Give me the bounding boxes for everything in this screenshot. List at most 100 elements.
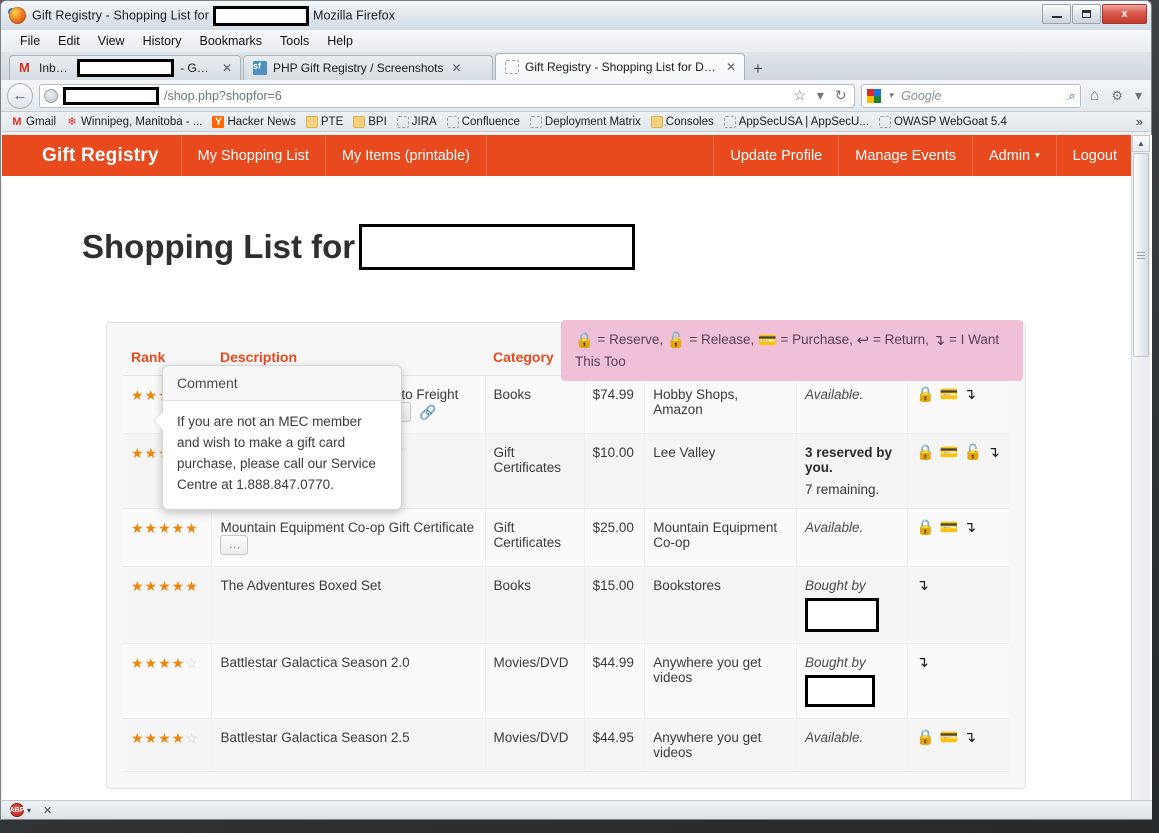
google-icon (867, 89, 881, 103)
home-icon[interactable]: ⌂ (1087, 87, 1103, 105)
lock-closed-icon[interactable]: 🔒 (916, 445, 935, 460)
page-vertical-scrollbar[interactable]: ▲ (1131, 135, 1150, 807)
lock-open-icon[interactable]: 🔓 (964, 445, 983, 460)
tab-label: PHP Gift Registry / Screenshots (273, 61, 444, 75)
toolbar-overflow-icon[interactable]: ▾ (1132, 87, 1145, 104)
cell-status: Available. (796, 509, 907, 567)
chevron-down-icon[interactable]: ▾ (886, 90, 897, 101)
row-action-icons: 🔒 💳 ↴ (916, 387, 1001, 402)
want-this-too-icon[interactable]: ↴ (916, 578, 929, 593)
credit-card-icon[interactable]: 💳 (940, 445, 959, 460)
nav-label: Logout (1073, 148, 1117, 164)
menu-label: View (98, 34, 125, 48)
bookmark-pte[interactable]: PTE (302, 115, 347, 129)
search-input[interactable]: ▾ Google ⌕ (861, 84, 1081, 108)
menu-item-bookmarks[interactable]: Bookmarks (190, 32, 271, 50)
nav-manage-events[interactable]: Manage Events (838, 135, 972, 176)
cell-actions: 🔒 💳 ↴ (908, 376, 1009, 434)
credit-card-icon[interactable]: 💳 (940, 520, 959, 535)
adblock-plus-icon: ABP (10, 803, 24, 817)
bookmark-label: OWASP WebGoat 5.4 (894, 116, 1007, 128)
close-button[interactable]: x (1102, 4, 1147, 24)
want-this-too-icon[interactable]: ↴ (964, 520, 977, 535)
star-rating: ★★★★☆ (131, 730, 199, 746)
browser-window: Gift Registry - Shopping List forMozilla… (0, 0, 1152, 820)
cell-rank: ★★★★★ (123, 567, 212, 644)
table-row: ★★★★★ The Adventures Boxed Set Books $15… (123, 567, 1009, 644)
lock-closed-icon[interactable]: 🔒 (916, 730, 935, 745)
nav-my-shopping-list[interactable]: My Shopping List (181, 135, 325, 176)
back-button[interactable]: ← (7, 83, 33, 109)
tab-close-icon[interactable]: ✕ (222, 61, 232, 75)
addon-bar-close-icon[interactable]: ✕ (43, 804, 52, 817)
nav-logout[interactable]: Logout (1056, 135, 1133, 176)
credit-card-icon[interactable]: 💳 (940, 730, 959, 745)
cell-status: Bought by (796, 644, 907, 719)
bookmark-label: JIRA (412, 116, 437, 128)
star-rating: ★★★★★ (131, 520, 199, 536)
bookmark-owasp-webgoat[interactable]: OWASP WebGoat 5.4 (875, 115, 1011, 129)
lock-closed-icon[interactable]: 🔒 (916, 387, 935, 402)
nav-label: My Items (printable) (342, 148, 470, 164)
tab-strip: M Inbox - - Gmail ✕ sf PHP Gift Registry… (1, 52, 1151, 80)
menu-item-help[interactable]: Help (318, 32, 362, 50)
bookmark-winnipeg-manitoba[interactable]: ❄Winnipeg, Manitoba - ... (62, 115, 206, 129)
status-text: Available. (805, 730, 863, 745)
reload-icon[interactable]: ↻ (832, 87, 850, 104)
bookmark-jira[interactable]: JIRA (393, 115, 441, 129)
bookmark-hacker-news[interactable]: YHacker News (208, 115, 299, 129)
bookmark-bpi[interactable]: BPI (349, 115, 391, 129)
site-brand[interactable]: Gift Registry (2, 135, 181, 176)
bookmark-deployment-matrix[interactable]: Deployment Matrix (526, 115, 645, 129)
cell-actions: ↴ (908, 567, 1009, 644)
menu-item-history[interactable]: History (134, 32, 191, 50)
more-details-button[interactable]: … (220, 535, 248, 555)
nav-admin[interactable]: Admin▾ (972, 135, 1056, 176)
menu-label: File (20, 34, 40, 48)
menu-item-edit[interactable]: Edit (49, 32, 89, 50)
search-icon[interactable]: ⌕ (1067, 88, 1074, 104)
new-tab-button[interactable]: + (747, 58, 769, 80)
redaction-box-tab (77, 59, 174, 77)
want-this-too-icon[interactable]: ↴ (987, 445, 1000, 460)
maximize-button[interactable] (1072, 4, 1101, 24)
url-bar[interactable]: /shop.php?shopfor=6 ☆ ▾ ↻ (39, 84, 855, 108)
bookmark-appsecusa[interactable]: AppSecUSA | AppSecU... (720, 115, 873, 129)
cell-price: $44.95 (584, 719, 645, 772)
cell-category: Books (485, 567, 584, 644)
nav-my-items-printable[interactable]: My Items (printable) (325, 135, 486, 176)
tab-inbox-gmail[interactable]: M Inbox - - Gmail ✕ (9, 55, 241, 80)
bookmarks-overflow-icon[interactable]: » (1136, 114, 1145, 129)
bookmark-gmail[interactable]: MGmail (7, 115, 60, 129)
menu-item-file[interactable]: File (11, 32, 49, 50)
want-this-too-icon[interactable]: ↴ (964, 730, 977, 745)
scrollbar-thumb[interactable] (1133, 153, 1149, 357)
tab-php-gift-registry-screenshots[interactable]: sf PHP Gift Registry / Screenshots ✕ (243, 55, 493, 80)
table-row: ★★★★☆ Battlestar Galactica Season 2.5 Mo… (123, 719, 1009, 772)
cell-actions: 🔒 💳 🔓 ↴ (908, 434, 1009, 509)
bookmark-star-icon[interactable]: ☆ (790, 87, 809, 104)
minimize-button[interactable] (1042, 4, 1071, 24)
adblock-plus-button[interactable]: ABP ▾ (10, 803, 31, 817)
chevron-down-icon[interactable]: ▾ (814, 87, 827, 104)
tab-close-icon[interactable]: ✕ (452, 61, 462, 75)
want-this-too-icon[interactable]: ↴ (964, 387, 977, 402)
tab-gift-registry-shopping-list[interactable]: Gift Registry - Shopping List for Dway..… (495, 53, 745, 80)
link-icon[interactable]: 🔗 (419, 404, 436, 420)
bookmark-confluence[interactable]: Confluence (443, 115, 524, 129)
lock-closed-icon[interactable]: 🔒 (916, 520, 935, 535)
bookmark-consoles[interactable]: Consoles (647, 115, 718, 129)
scroll-up-button[interactable]: ▲ (1132, 135, 1150, 152)
tab-close-icon[interactable]: ✕ (726, 60, 736, 74)
legend-release-label: = Release, (689, 332, 754, 347)
cell-store-location: Anywhere you get videos (645, 719, 797, 772)
gmail-icon: M (11, 116, 23, 128)
popover-arrow (154, 412, 163, 430)
menu-item-tools[interactable]: Tools (271, 32, 318, 50)
nav-update-profile[interactable]: Update Profile (713, 135, 838, 176)
menu-item-view[interactable]: View (89, 32, 134, 50)
addons-icon[interactable]: ⚙ (1108, 88, 1126, 104)
credit-card-icon[interactable]: 💳 (940, 387, 959, 402)
want-this-too-icon[interactable]: ↴ (916, 655, 929, 670)
bookmark-label: Gmail (26, 116, 56, 128)
